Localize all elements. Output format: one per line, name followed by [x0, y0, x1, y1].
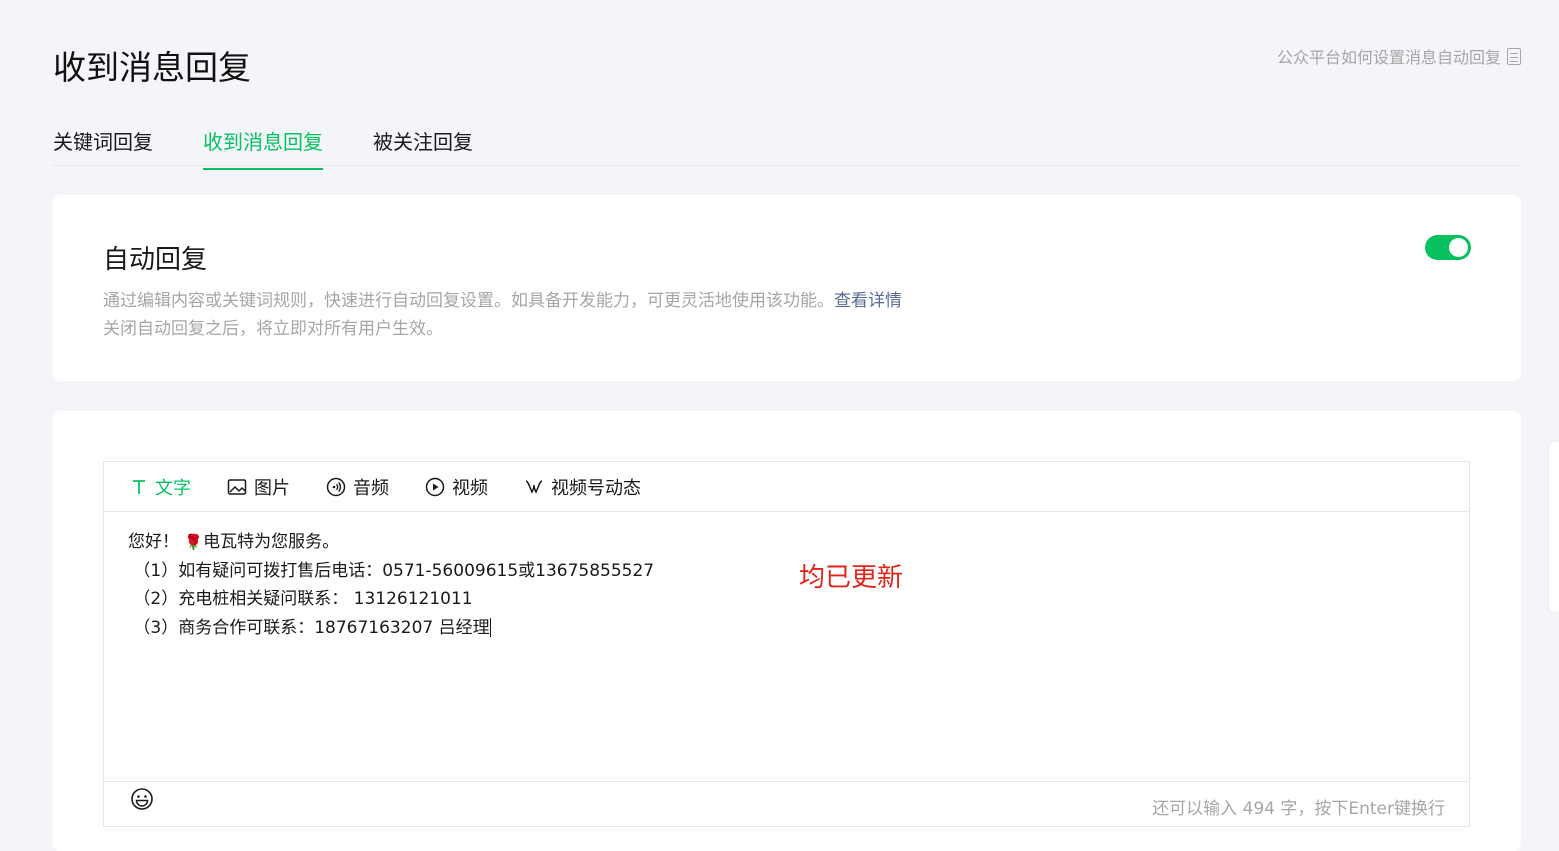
page-title: 收到消息回复 — [53, 48, 251, 87]
toolbar-video-tab[interactable]: 视频 — [425, 474, 488, 500]
auto-reply-description: 通过编辑内容或关键词规则，快速进行自动回复设置。如具备开发能力，可更灵活地使用该… — [103, 287, 902, 343]
service-text: 电瓦特为您服务。 — [203, 532, 340, 552]
annotation-note: 均已更新 — [799, 563, 904, 593]
text-caret — [489, 618, 491, 637]
auto-reply-title: 自动回复 — [103, 245, 208, 275]
toolbar-audio-tab[interactable]: 音频 — [326, 474, 389, 500]
toggle-knob — [1449, 238, 1468, 257]
auto-reply-desc-line2: 关闭自动回复之后，将立即对所有用户生效。 — [103, 319, 443, 339]
content-line-3: （2）充电桩相关疑问联系： 13126121011 — [128, 589, 473, 609]
toolbar-channels-label: 视频号动态 — [551, 477, 641, 499]
image-icon — [227, 478, 247, 496]
toolbar-image-tab[interactable]: 图片 — [227, 474, 290, 500]
reply-text-content[interactable]: 您好！ 🌹电瓦特为您服务。 （1）如有疑问可拨打售后电话：0571-560096… — [128, 528, 654, 642]
reply-editor: 文字 图片 音频 视频 视频号动态 您好！ 🌹电瓦特为您服务。 （1）如有疑问可… — [103, 461, 1470, 827]
toolbar-video-label: 视频 — [452, 477, 488, 499]
tab-keyword-reply[interactable]: 关键词回复 — [53, 128, 153, 168]
emoji-button[interactable] — [130, 787, 154, 815]
content-line-4-text: （3）商务合作可联系：18767163207 吕经理 — [128, 617, 490, 638]
reply-editor-card: 文字 图片 音频 视频 视频号动态 您好！ 🌹电瓦特为您服务。 （1）如有疑问可… — [53, 411, 1521, 851]
editor-footer: 还可以输入 494 字，按下Enter键换行 — [104, 781, 1469, 828]
smiley-icon — [130, 788, 154, 815]
toolbar-text-tab[interactable]: 文字 — [130, 474, 191, 500]
tab-message-reply[interactable]: 收到消息回复 — [203, 128, 323, 170]
auto-reply-toggle[interactable] — [1425, 235, 1471, 260]
rose-emoji-icon: 🌹 — [184, 533, 204, 551]
help-link[interactable]: 公众平台如何设置消息自动回复 — [1277, 44, 1521, 68]
channels-icon — [524, 478, 544, 496]
content-line-1: 您好！ 🌹电瓦特为您服务。 — [128, 528, 654, 557]
toolbar-audio-label: 音频 — [353, 477, 389, 499]
toolbar-text-label: 文字 — [155, 477, 191, 499]
toolbar-image-label: 图片 — [254, 477, 290, 499]
editor-toolbar: 文字 图片 音频 视频 视频号动态 — [104, 462, 1469, 512]
content-line-2: （1）如有疑问可拨打售后电话：0571-56009615或13675855527 — [128, 560, 655, 581]
text-icon — [130, 478, 148, 496]
side-panel-tab[interactable] — [1549, 442, 1559, 612]
auto-reply-card: 自动回复 通过编辑内容或关键词规则，快速进行自动回复设置。如具备开发能力，可更灵… — [53, 195, 1521, 381]
greeting-text: 您好！ — [128, 532, 179, 552]
help-link-label: 公众平台如何设置消息自动回复 — [1276, 48, 1501, 67]
video-icon — [425, 477, 445, 497]
auto-reply-desc-line1: 通过编辑内容或关键词规则，快速进行自动回复设置。如具备开发能力，可更灵活地使用该… — [103, 291, 834, 311]
view-details-link[interactable]: 查看详情 — [834, 291, 902, 311]
audio-icon — [326, 477, 346, 497]
tab-bar: 关键词回复 收到消息回复 被关注回复 — [53, 120, 1521, 170]
toolbar-channels-tab[interactable]: 视频号动态 — [524, 474, 641, 500]
document-icon — [1507, 47, 1521, 65]
content-line-4: （3）商务合作可联系：18767163207 吕经理 — [128, 614, 654, 643]
char-counter: 还可以输入 494 字，按下Enter键换行 — [1152, 799, 1445, 819]
tab-follow-reply[interactable]: 被关注回复 — [373, 128, 473, 168]
